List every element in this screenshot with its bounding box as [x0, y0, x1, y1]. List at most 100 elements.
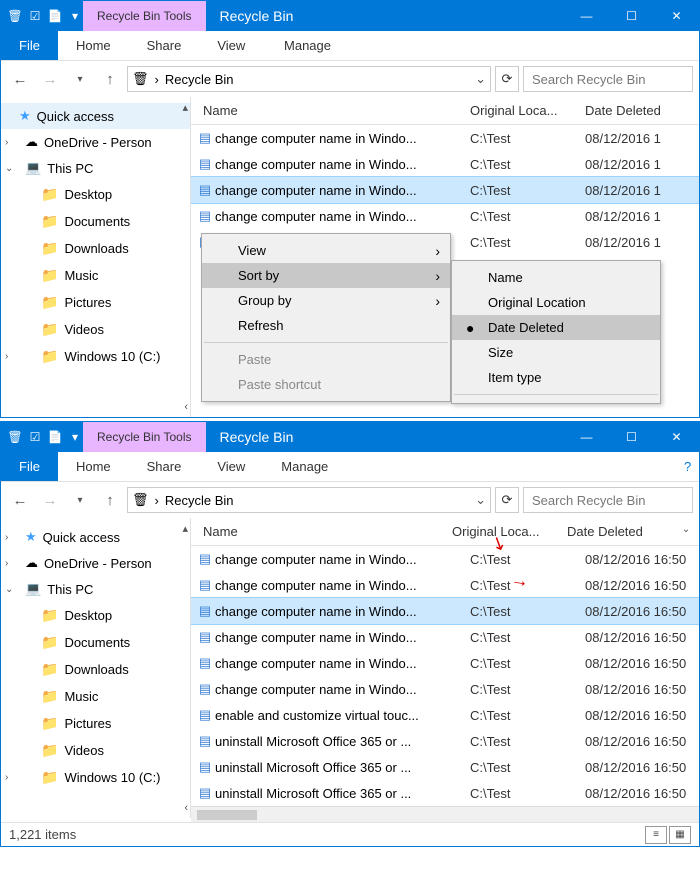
col-date-deleted[interactable]: Date Deleted	[567, 524, 677, 539]
maximize-button[interactable]: ☐	[609, 1, 654, 31]
file-row[interactable]: ▤change computer name in Windo...C:\Test…	[191, 650, 699, 676]
chevron-right-icon[interactable]: ›	[5, 772, 8, 783]
scrollbar-indicator-icon[interactable]: ‹	[184, 401, 188, 413]
recent-dropdown[interactable]: ▾	[67, 487, 93, 513]
recent-dropdown[interactable]: ▾	[67, 66, 93, 92]
chevron-right-icon[interactable]: ›	[5, 351, 8, 362]
address-bar[interactable]: › Recycle Bin ⌄	[127, 487, 491, 513]
nav-pane[interactable]: ▴ ›★Quick access ›☁OneDrive - Person ⌄💻T…	[1, 518, 191, 818]
up-button[interactable]: ↑	[97, 487, 123, 513]
tab-file[interactable]: File	[1, 452, 58, 481]
sort-name[interactable]: Name	[452, 265, 660, 290]
sidebar-item[interactable]: Documents	[1, 629, 190, 656]
sidebar-item[interactable]: Desktop	[1, 602, 190, 629]
sort-date-deleted[interactable]: ●Date Deleted	[452, 315, 660, 340]
file-row[interactable]: ▤change computer name in Windo...C:\Test…	[191, 125, 699, 151]
maximize-button[interactable]: ☐	[609, 422, 654, 452]
sidebar-item[interactable]: ›Windows 10 (C:)	[1, 343, 190, 370]
refresh-button[interactable]: ⟳	[495, 66, 519, 92]
file-row[interactable]: ▤uninstall Microsoft Office 365 or ...C:…	[191, 780, 699, 806]
sidebar-quick-access[interactable]: ★Quick access	[1, 103, 190, 129]
sidebar-item[interactable]: Pictures	[1, 289, 190, 316]
chevron-down-icon[interactable]: ⌄	[475, 492, 486, 508]
chevron-down-icon[interactable]: ⌄	[5, 163, 13, 174]
tab-manage[interactable]: Manage	[263, 452, 346, 481]
sidebar-this-pc[interactable]: ⌄💻This PC	[1, 576, 190, 602]
breadcrumb[interactable]: Recycle Bin	[165, 72, 234, 87]
qat-dropdown-icon[interactable]: ▾	[67, 8, 83, 24]
view-details-button[interactable]: ≡	[645, 826, 667, 844]
tab-file[interactable]: File	[1, 31, 58, 60]
file-row[interactable]: ▤change computer name in Windo...C:\Test…	[191, 546, 699, 572]
col-name[interactable]: Name	[195, 103, 470, 118]
col-name[interactable]: Name	[195, 524, 452, 539]
sidebar-item[interactable]: Videos	[1, 316, 190, 343]
sidebar-item[interactable]: Desktop	[1, 181, 190, 208]
file-row[interactable]: ▤change computer name in Windo...C:\Test…	[191, 177, 699, 203]
file-row[interactable]: ▤change computer name in Windo...C:\Test…	[191, 151, 699, 177]
back-button[interactable]: ←	[7, 487, 33, 513]
chevron-down-icon[interactable]: ⌄	[677, 524, 695, 539]
sort-size[interactable]: Size	[452, 340, 660, 365]
ctx-group-by[interactable]: Group by›	[202, 288, 450, 313]
chevron-right-icon[interactable]: ›	[5, 558, 8, 569]
tab-manage[interactable]: Manage	[266, 31, 349, 60]
refresh-button[interactable]: ⟳	[495, 487, 519, 513]
forward-button[interactable]: →	[37, 66, 63, 92]
forward-button[interactable]: →	[37, 487, 63, 513]
sidebar-item[interactable]: Downloads	[1, 235, 190, 262]
qat-folder-icon[interactable]: 📄	[47, 429, 63, 445]
scrollbar-up-icon[interactable]: ▴	[182, 522, 188, 535]
tab-view[interactable]: View	[199, 31, 263, 60]
file-row[interactable]: ▤uninstall Microsoft Office 365 or ...C:…	[191, 754, 699, 780]
context-menu[interactable]: View› Sort by› Group by› Refresh Paste P…	[201, 233, 451, 402]
chevron-down-icon[interactable]: ⌄	[5, 584, 13, 595]
back-button[interactable]: ←	[7, 66, 33, 92]
col-date-deleted[interactable]: Date Deleted	[585, 103, 695, 118]
sidebar-onedrive[interactable]: ›☁OneDrive - Person	[1, 550, 190, 576]
qat-dropdown-icon[interactable]: ▾	[67, 429, 83, 445]
search-input[interactable]: Search Recycle Bin	[523, 66, 693, 92]
tab-home[interactable]: Home	[58, 31, 129, 60]
tab-view[interactable]: View	[199, 452, 263, 481]
ctx-refresh[interactable]: Refresh	[202, 313, 450, 338]
scrollbar-thumb[interactable]	[197, 810, 257, 820]
scrollbar-up-icon[interactable]: ▴	[182, 101, 188, 114]
sidebar-item[interactable]: ›Windows 10 (C:)	[1, 764, 190, 791]
minimize-button[interactable]: —	[564, 422, 609, 452]
sidebar-this-pc[interactable]: ⌄💻This PC	[1, 155, 190, 181]
scrollbar-indicator-icon[interactable]: ‹	[184, 802, 188, 814]
view-thumbnails-button[interactable]: ▦	[669, 826, 691, 844]
sidebar-quick-access[interactable]: ›★Quick access	[1, 524, 190, 550]
help-icon[interactable]: ?	[676, 452, 699, 481]
tab-share[interactable]: Share	[129, 31, 200, 60]
file-row[interactable]: ▤enable and customize virtual touc...C:\…	[191, 702, 699, 728]
column-headers[interactable]: Name Original Loca... Date Deleted ⌄	[191, 518, 699, 546]
titlebar[interactable]: 🗑 ☑ 📄 ▾ Recycle Bin Tools Recycle Bin — …	[1, 1, 699, 31]
breadcrumb[interactable]: Recycle Bin	[165, 493, 234, 508]
file-row[interactable]: ▤change computer name in Windo...C:\Test…	[191, 598, 699, 624]
tab-home[interactable]: Home	[58, 452, 129, 481]
minimize-button[interactable]: —	[564, 1, 609, 31]
up-button[interactable]: ↑	[97, 66, 123, 92]
file-row[interactable]: ▤change computer name in Windo...C:\Test…	[191, 624, 699, 650]
column-headers[interactable]: Name Original Loca... Date Deleted	[191, 97, 699, 125]
file-list[interactable]: Name Original Loca... Date Deleted ⌄ ▤ch…	[191, 518, 699, 822]
col-original-location[interactable]: Original Loca...	[452, 524, 567, 539]
chevron-right-icon[interactable]: ›	[5, 137, 8, 148]
file-row[interactable]: ▤change computer name in Windo...C:\Test…	[191, 676, 699, 702]
file-row[interactable]: ▤uninstall Microsoft Office 365 or ...C:…	[191, 728, 699, 754]
sidebar-onedrive[interactable]: ›☁OneDrive - Person	[1, 129, 190, 155]
sidebar-item[interactable]: Videos	[1, 737, 190, 764]
sort-original-location[interactable]: Original Location	[452, 290, 660, 315]
qat-folder-icon[interactable]: 📄	[47, 8, 63, 24]
sort-item-type[interactable]: Item type	[452, 365, 660, 390]
file-row[interactable]: ▤change computer name in Windo...C:\Test…	[191, 203, 699, 229]
close-button[interactable]: ✕	[654, 422, 699, 452]
chevron-right-icon[interactable]: ›	[5, 532, 8, 543]
chevron-down-icon[interactable]: ⌄	[475, 71, 486, 87]
tab-share[interactable]: Share	[129, 452, 200, 481]
nav-pane[interactable]: ▴ ★Quick access ›☁OneDrive - Person ⌄💻Th…	[1, 97, 191, 417]
address-bar[interactable]: › Recycle Bin ⌄	[127, 66, 491, 92]
sidebar-item[interactable]: Music	[1, 262, 190, 289]
